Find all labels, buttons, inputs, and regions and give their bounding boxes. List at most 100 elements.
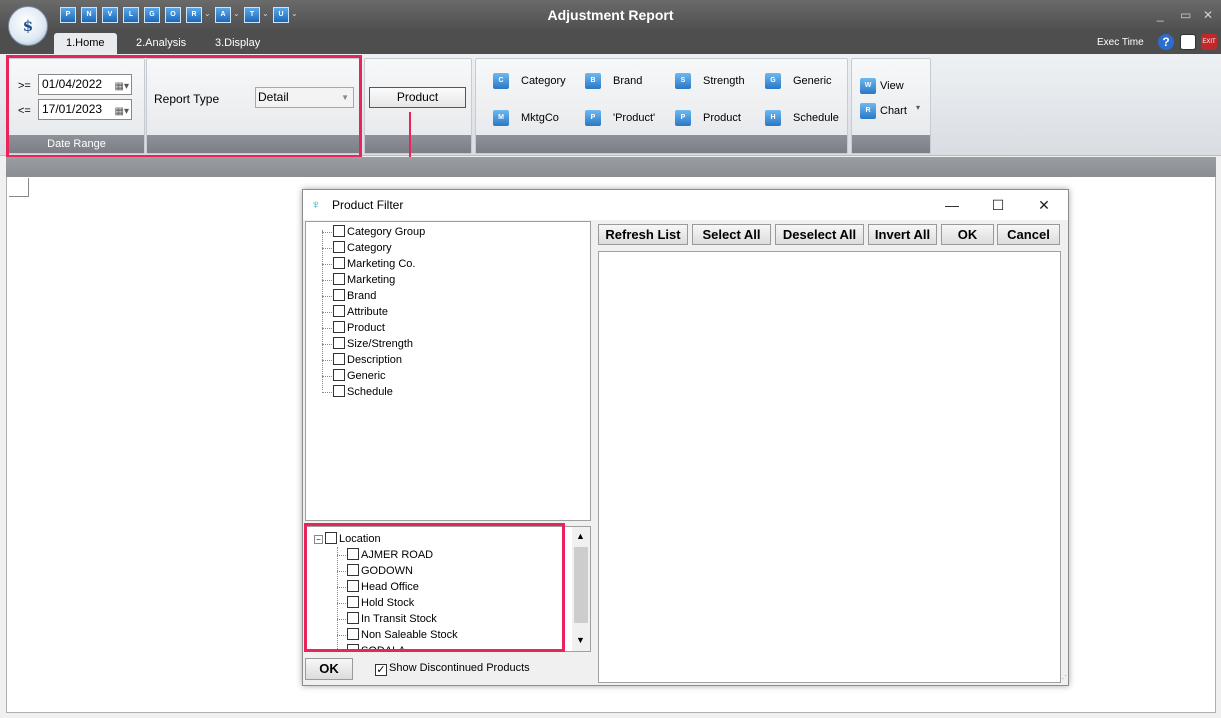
chart-label: Chart bbox=[880, 105, 907, 117]
tree-item[interactable]: Brand bbox=[322, 288, 425, 304]
quick-access-a-icon[interactable]: A bbox=[215, 7, 231, 23]
tree-item[interactable]: Marketing Co. bbox=[322, 256, 425, 272]
tree-item[interactable]: Category bbox=[322, 240, 425, 256]
product-icon: P bbox=[675, 110, 691, 126]
quick-access-g-icon[interactable]: G bbox=[144, 7, 160, 23]
chevron-down-icon[interactable]: ⌄ bbox=[291, 9, 298, 18]
chevron-down-icon[interactable]: ⌄ bbox=[262, 9, 269, 18]
show-discontinued-label: Show Discontinued Products bbox=[389, 662, 530, 674]
quoted-product-label: 'Product' bbox=[613, 112, 656, 124]
chart-button[interactable]: R Chart ▾ bbox=[860, 102, 924, 120]
tab-display[interactable]: 3.Display bbox=[203, 33, 272, 54]
quick-access-p-icon[interactable]: P bbox=[60, 7, 76, 23]
quick-access-v-icon[interactable]: V bbox=[102, 7, 118, 23]
tree-line bbox=[322, 295, 332, 297]
chart-icon: R bbox=[860, 103, 876, 119]
workspace-header bbox=[6, 157, 1216, 177]
checkbox[interactable] bbox=[333, 369, 345, 381]
checkbox[interactable] bbox=[375, 664, 387, 676]
checkbox[interactable] bbox=[333, 273, 345, 285]
group-footer bbox=[852, 135, 930, 153]
ok-button[interactable]: OK bbox=[941, 224, 994, 245]
tree-line bbox=[322, 311, 332, 313]
tree-item[interactable]: Product bbox=[322, 320, 425, 336]
exec-time-label: Exec Time bbox=[1097, 37, 1144, 48]
checkbox[interactable] bbox=[333, 321, 345, 333]
refresh-list-button[interactable]: Refresh List bbox=[598, 224, 688, 245]
tree-item[interactable]: Description bbox=[322, 352, 425, 368]
quick-access-o-icon[interactable]: O bbox=[165, 7, 181, 23]
product-filter-dialog: ♆ Product Filter — ☐ ✕ Category Group Cat… bbox=[302, 189, 1069, 686]
quick-access-u-icon[interactable]: U bbox=[273, 7, 289, 23]
tree-item-label: Product bbox=[347, 322, 385, 334]
tree-item-label: Size/Strength bbox=[347, 338, 414, 350]
checkbox[interactable] bbox=[333, 385, 345, 397]
checkbox[interactable] bbox=[333, 225, 345, 237]
chevron-down-icon[interactable]: ⌄ bbox=[204, 9, 211, 18]
checkbox[interactable] bbox=[333, 305, 345, 317]
maximize-icon[interactable]: ☐ bbox=[975, 194, 1021, 216]
tree-line bbox=[322, 375, 332, 377]
tree-line bbox=[322, 391, 332, 393]
quick-access-n-icon[interactable]: N bbox=[81, 7, 97, 23]
product-list[interactable] bbox=[598, 251, 1061, 683]
grid-corner bbox=[9, 178, 29, 197]
scroll-up-icon[interactable]: ▲ bbox=[576, 531, 585, 541]
dialog-title: Product Filter bbox=[332, 198, 404, 212]
view-icon: W bbox=[860, 78, 876, 94]
help-icon[interactable]: ? bbox=[1158, 34, 1174, 50]
strength-icon: S bbox=[675, 73, 691, 89]
group-footer bbox=[476, 135, 847, 153]
tab-analysis[interactable]: 2.Analysis bbox=[124, 33, 198, 54]
close-icon[interactable]: ✕ bbox=[1203, 8, 1213, 22]
select-all-button[interactable]: Select All bbox=[692, 224, 771, 245]
quick-access-t-icon[interactable]: T bbox=[244, 7, 260, 23]
checkbox[interactable] bbox=[333, 241, 345, 253]
schedule-icon: H bbox=[765, 110, 781, 126]
deselect-all-button[interactable]: Deselect All bbox=[775, 224, 864, 245]
minimize-icon[interactable]: — bbox=[929, 194, 975, 216]
checkbox[interactable] bbox=[333, 257, 345, 269]
generic-icon: G bbox=[765, 73, 781, 89]
exit-icon[interactable]: EXIT bbox=[1201, 34, 1217, 50]
tree-item[interactable]: Category Group bbox=[322, 224, 425, 240]
maximize-icon[interactable]: ▭ bbox=[1180, 8, 1191, 22]
checkbox[interactable] bbox=[333, 337, 345, 349]
schedule-label: Schedule bbox=[793, 112, 839, 124]
tree-item[interactable]: Marketing bbox=[322, 272, 425, 288]
resize-grip-icon[interactable]: ⋰ bbox=[1059, 674, 1067, 683]
quick-access-r-icon[interactable]: R bbox=[186, 7, 202, 23]
checkbox[interactable] bbox=[333, 353, 345, 365]
quick-access-l-icon[interactable]: L bbox=[123, 7, 139, 23]
tree-line bbox=[322, 247, 332, 249]
tree-item-label: Category bbox=[347, 242, 392, 254]
product-button[interactable]: Product bbox=[369, 87, 466, 108]
location-scrollbar[interactable]: ▲ ▼ bbox=[572, 527, 590, 651]
mktgco-icon: M bbox=[493, 110, 509, 126]
show-discontinued-checkbox[interactable]: Show Discontinued Products bbox=[375, 662, 530, 676]
tree-item[interactable]: Generic bbox=[322, 368, 425, 384]
scroll-thumb[interactable] bbox=[574, 547, 588, 623]
close-icon[interactable]: ✕ bbox=[1021, 194, 1067, 216]
tree-item-label: Generic bbox=[347, 370, 386, 382]
minimize-icon[interactable]: _ bbox=[1157, 8, 1164, 22]
tree-item-label: Attribute bbox=[347, 306, 388, 318]
tree-item-label: Description bbox=[347, 354, 403, 366]
tree-item[interactable]: Attribute bbox=[322, 304, 425, 320]
app-logo-icon[interactable]: $ bbox=[8, 6, 48, 46]
invert-all-button[interactable]: Invert All bbox=[868, 224, 937, 245]
tab-home[interactable]: 1.Home bbox=[54, 33, 117, 54]
category-icon: C bbox=[493, 73, 509, 89]
checkbox[interactable] bbox=[333, 289, 345, 301]
scroll-down-icon[interactable]: ▼ bbox=[576, 635, 585, 645]
tree-ok-button[interactable]: OK bbox=[305, 658, 353, 680]
cancel-button[interactable]: Cancel bbox=[997, 224, 1060, 245]
tree-line bbox=[322, 279, 332, 281]
attribute-tree-items: Category Group Category Marketing Co. Marke… bbox=[322, 224, 425, 400]
tree-item[interactable]: Size/Strength bbox=[322, 336, 425, 352]
chevron-down-icon[interactable]: ▾ bbox=[916, 99, 920, 117]
chevron-down-icon[interactable]: ⌄ bbox=[233, 9, 240, 18]
tree-item[interactable]: Schedule bbox=[322, 384, 425, 400]
attribute-tree: Category Group Category Marketing Co. Marke… bbox=[305, 221, 591, 521]
document-icon[interactable] bbox=[1180, 34, 1196, 50]
